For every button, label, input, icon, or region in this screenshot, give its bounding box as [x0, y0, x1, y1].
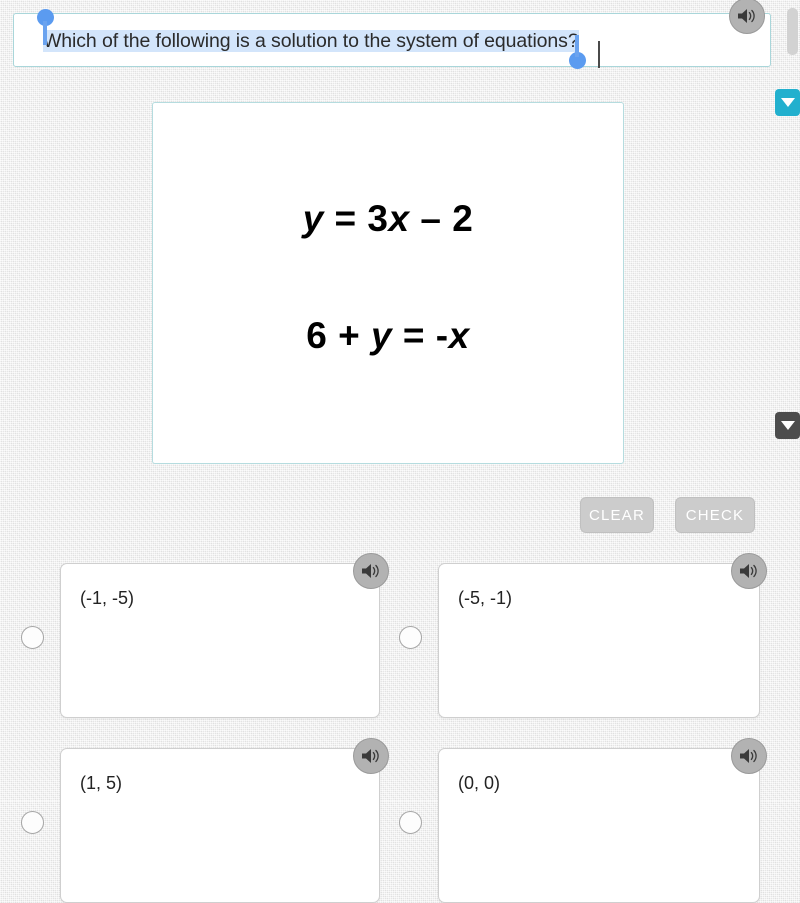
- selection-handle-start[interactable]: [37, 9, 54, 45]
- speaker-icon[interactable]: [353, 553, 389, 589]
- check-button[interactable]: CHECK: [675, 497, 755, 533]
- clear-button[interactable]: CLEAR: [580, 497, 654, 533]
- text-caret: [598, 41, 600, 68]
- vertical-scrollbar[interactable]: [787, 8, 798, 55]
- answer-option-card[interactable]: (0, 0): [438, 748, 760, 903]
- answer-option-label: (-5, -1): [458, 588, 512, 608]
- equation-panel: y = 3x – 2 6 + y = -x: [152, 102, 624, 464]
- caret-shape: [780, 98, 795, 107]
- answer-option-label: (-1, -5): [80, 588, 134, 608]
- equation-line-1: y = 3x – 2: [302, 198, 474, 239]
- answer-option-radio[interactable]: [399, 626, 422, 649]
- answer-option-card[interactable]: (1, 5): [60, 748, 380, 903]
- question-text: Which of the following is a solution to …: [43, 30, 579, 52]
- answer-option-label: (0, 0): [458, 773, 501, 793]
- chevron-down-icon[interactable]: [775, 412, 800, 439]
- chevron-down-icon[interactable]: [775, 89, 800, 116]
- selection-handle-stem: [575, 35, 579, 57]
- caret-shape: [780, 421, 795, 430]
- selection-handle-end[interactable]: [569, 35, 586, 69]
- answer-option-label: (1, 5): [80, 773, 123, 793]
- question-prompt-box[interactable]: Which of the following is a solution to …: [13, 13, 771, 68]
- selection-handle-stem: [43, 21, 47, 45]
- equation-line-2: 6 + y = -x: [306, 315, 470, 356]
- speaker-icon[interactable]: [731, 738, 767, 774]
- answer-option-radio[interactable]: [21, 811, 44, 834]
- answer-option-radio[interactable]: [21, 626, 44, 649]
- speaker-icon[interactable]: [353, 738, 389, 774]
- answer-option-card[interactable]: (-1, -5): [60, 563, 380, 718]
- answer-option-card[interactable]: (-5, -1): [438, 563, 760, 718]
- speaker-icon[interactable]: [731, 553, 767, 589]
- answer-option-radio[interactable]: [399, 811, 422, 834]
